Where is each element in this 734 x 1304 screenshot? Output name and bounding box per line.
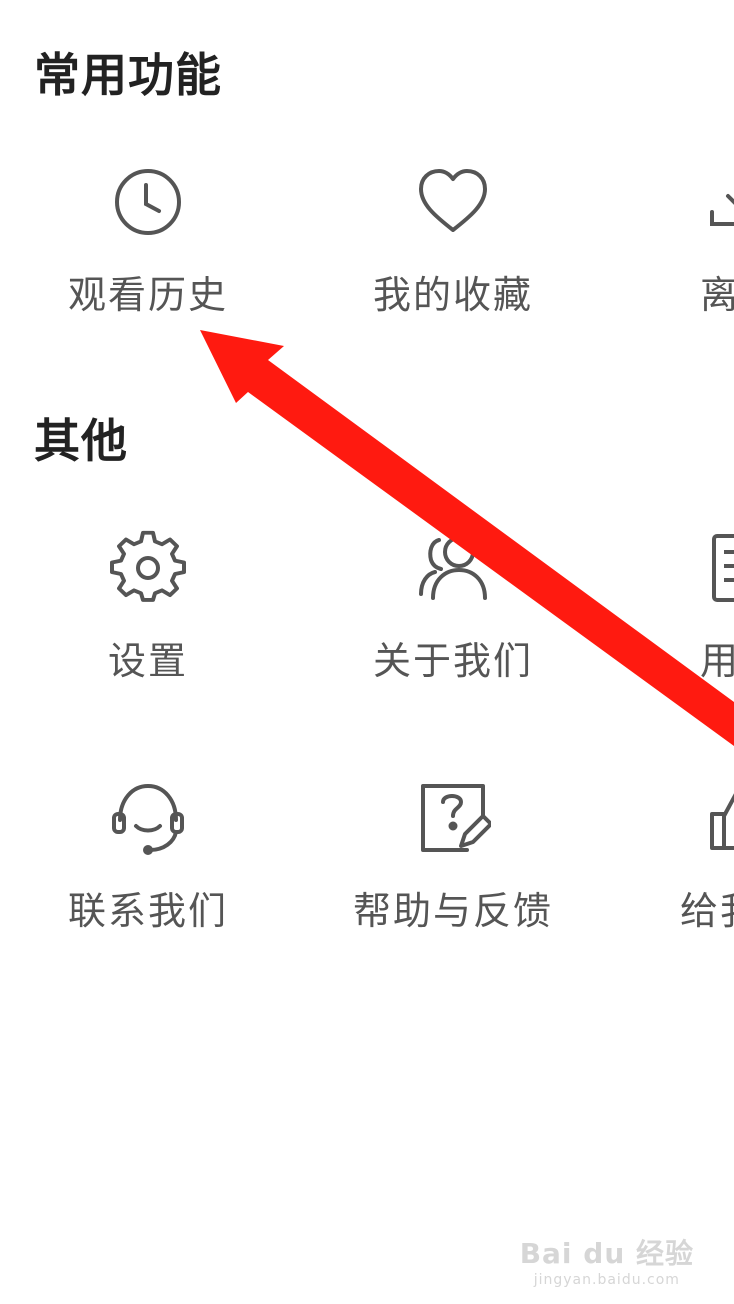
help-edit-icon bbox=[413, 778, 493, 858]
gear-icon bbox=[108, 528, 188, 608]
tile-offline[interactable]: 离线 bbox=[620, 162, 734, 342]
clock-icon bbox=[108, 162, 188, 242]
tile-label: 离线 bbox=[699, 273, 734, 317]
watermark-brand: Bai du 经验 bbox=[519, 1237, 694, 1270]
watermark-url: jingyan.baidu.com bbox=[533, 1272, 680, 1288]
tile-user[interactable]: 用户 bbox=[620, 528, 734, 708]
tile-label: 联系我们 bbox=[67, 889, 228, 933]
watermark: Bai du 经验 jingyan.baidu.com bbox=[520, 1232, 694, 1288]
tile-label: 给我们 bbox=[679, 889, 734, 933]
download-icon bbox=[700, 162, 734, 242]
tile-settings[interactable]: 设置 bbox=[28, 528, 268, 708]
section-title-other: 其他 bbox=[34, 414, 128, 468]
heart-icon bbox=[413, 162, 493, 242]
menu-page: 常用功能 观看历史 我的收藏 离线 其他 bbox=[0, 0, 734, 1304]
tile-contact-us[interactable]: 联系我们 bbox=[28, 778, 268, 958]
document-icon bbox=[700, 528, 734, 608]
tile-label: 观看历史 bbox=[67, 273, 228, 317]
thumbs-up-icon bbox=[700, 778, 734, 858]
tile-watch-history[interactable]: 观看历史 bbox=[28, 162, 268, 342]
tile-favorites[interactable]: 我的收藏 bbox=[333, 162, 573, 342]
tile-rate-us[interactable]: 给我们 bbox=[620, 778, 734, 958]
users-icon bbox=[413, 528, 493, 608]
tile-label: 帮助与反馈 bbox=[352, 889, 553, 933]
tile-help-feedback[interactable]: 帮助与反馈 bbox=[333, 778, 573, 958]
tile-label: 用户 bbox=[699, 639, 734, 683]
section-title-common: 常用功能 bbox=[34, 48, 222, 102]
tile-label: 我的收藏 bbox=[372, 273, 533, 317]
tile-about-us[interactable]: 关于我们 bbox=[333, 528, 573, 708]
tile-label: 设置 bbox=[107, 639, 188, 683]
tile-label: 关于我们 bbox=[372, 639, 533, 683]
headset-icon bbox=[108, 778, 188, 858]
